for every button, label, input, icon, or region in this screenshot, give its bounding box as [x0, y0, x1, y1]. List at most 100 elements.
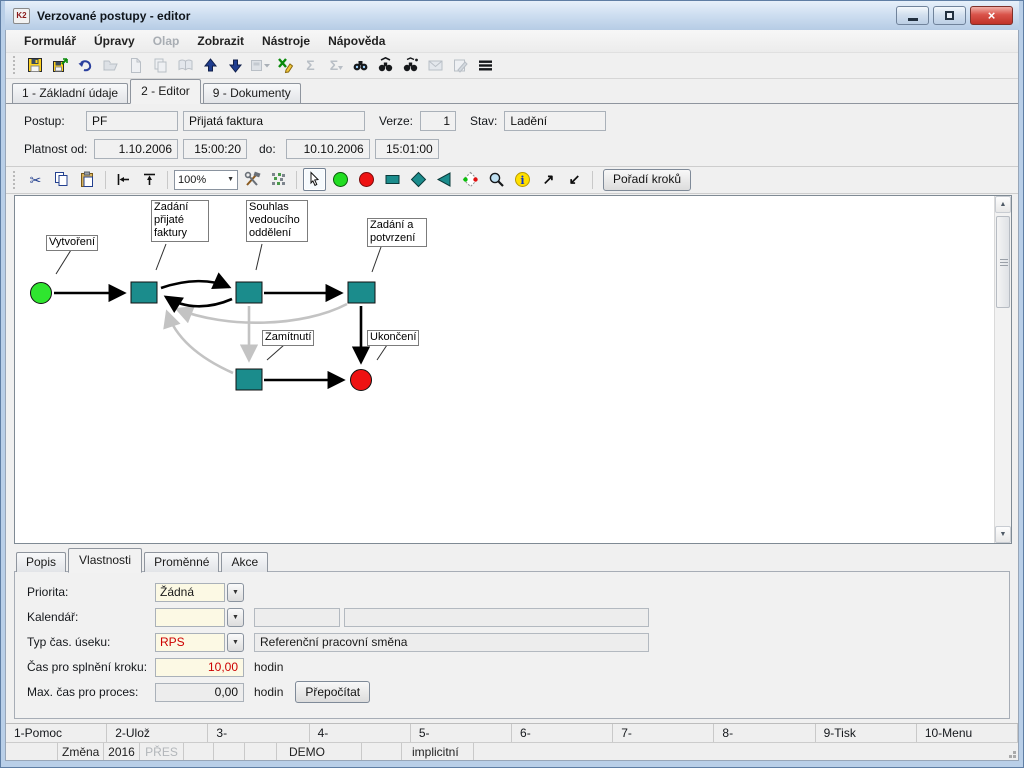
- zoom-lens-icon[interactable]: [485, 168, 508, 191]
- step-order-button[interactable]: Pořadí kroků: [603, 168, 692, 191]
- vertical-scrollbar[interactable]: ▲ ▼: [994, 195, 1011, 543]
- platnost-od-date-field[interactable]: 1.10.2006: [94, 139, 178, 160]
- menu-zobrazit[interactable]: Zobrazit: [189, 32, 252, 50]
- diamond-node-tool[interactable]: [407, 168, 430, 191]
- tab-akce[interactable]: Akce: [221, 552, 269, 572]
- fkey-2[interactable]: 2-Ulož: [107, 724, 209, 742]
- menu-nastroje[interactable]: Nástroje: [254, 32, 318, 50]
- search-icon[interactable]: [349, 54, 371, 76]
- node-label-souhlas[interactable]: Souhlas vedoucího oddělení: [246, 199, 308, 242]
- node-step1[interactable]: [130, 281, 158, 304]
- stav-field[interactable]: Ladění: [504, 111, 607, 132]
- start-node-tool[interactable]: [329, 168, 352, 191]
- priorita-combo[interactable]: Žádná: [155, 582, 225, 602]
- node-step2[interactable]: [235, 281, 263, 304]
- node-step3[interactable]: [347, 281, 376, 304]
- node-label-zadani-faktury[interactable]: Zadání přijaté faktury: [151, 199, 209, 242]
- fkey-4[interactable]: 4-: [310, 724, 411, 742]
- export-edit-icon[interactable]: [274, 54, 296, 76]
- align-left-icon[interactable]: [112, 168, 135, 191]
- diagram-canvas[interactable]: Vytvoření Zadání přijaté faktury Souhlas…: [14, 194, 1012, 544]
- typ-useku-combo[interactable]: RPS: [155, 632, 225, 652]
- save-icon[interactable]: [24, 54, 46, 76]
- condition-node-tool[interactable]: [459, 168, 482, 191]
- search-special-icon[interactable]: [399, 54, 421, 76]
- fkey-8[interactable]: 8-: [714, 724, 816, 742]
- step-node-tool[interactable]: [381, 168, 404, 191]
- fkey-10[interactable]: 10-Menu: [917, 724, 1018, 742]
- grid-settings-icon[interactable]: [267, 168, 290, 191]
- scrollbar-thumb[interactable]: [996, 215, 1010, 308]
- kalendar-code-field: [254, 607, 340, 627]
- paste-icon[interactable]: [76, 168, 99, 191]
- zoom-level-combo[interactable]: 100% ▼: [174, 169, 238, 190]
- kalendar-combo[interactable]: [155, 607, 225, 627]
- node-step4[interactable]: [235, 368, 263, 391]
- fkey-6[interactable]: 6-: [512, 724, 614, 742]
- tab-vlastnosti[interactable]: Vlastnosti: [68, 548, 143, 573]
- tab-editor[interactable]: 2 - Editor: [130, 78, 201, 104]
- cas-splneni-label: Čas pro splnění kroku:: [27, 660, 148, 674]
- minimize-button[interactable]: [896, 6, 929, 25]
- flowchart-svg: [30, 243, 388, 391]
- fkey-1[interactable]: 1-Pomoc: [6, 724, 108, 742]
- triangle-node-tool[interactable]: [433, 168, 456, 191]
- postup-code-field[interactable]: PF: [86, 111, 178, 132]
- tab-dokumenty[interactable]: 9 - Dokumenty: [202, 82, 301, 103]
- typ-useku-label: Typ čas. úseku:: [27, 635, 111, 649]
- node-start[interactable]: [30, 281, 52, 304]
- resize-grip[interactable]: [1013, 755, 1016, 758]
- node-label-ukonceni[interactable]: Ukončení: [367, 329, 420, 346]
- postup-name-field[interactable]: Přijatá faktura: [183, 111, 365, 132]
- kalendar-dropdown-icon[interactable]: ▼: [227, 607, 244, 627]
- end-node-tool[interactable]: [355, 168, 378, 191]
- menu-olap: Olap: [152, 34, 180, 48]
- tab-zakladni-udaje[interactable]: 1 - Základní údaje: [12, 82, 129, 103]
- info-icon[interactable]: i: [511, 168, 534, 191]
- fkey-9[interactable]: 9-Tisk: [816, 724, 917, 742]
- undo-icon[interactable]: [74, 54, 96, 76]
- save-version-icon[interactable]: [49, 54, 71, 76]
- fkey-7[interactable]: 7-: [613, 724, 715, 742]
- close-button[interactable]: ×: [970, 6, 1013, 25]
- menu-formular[interactable]: Formulář: [16, 32, 84, 50]
- verze-field[interactable]: 1: [420, 111, 457, 132]
- menu-upravy[interactable]: Úpravy: [86, 32, 143, 50]
- node-label-vytvoreni[interactable]: Vytvoření: [46, 234, 99, 251]
- move-up-icon[interactable]: [199, 54, 221, 76]
- node-label-zadani-potvrzeni[interactable]: Zadání a potvrzení: [367, 217, 427, 247]
- arrow-down-left-icon[interactable]: ↙: [563, 168, 586, 191]
- tab-popis[interactable]: Popis: [16, 552, 67, 572]
- fkey-3[interactable]: 3-: [208, 724, 310, 742]
- restore-button[interactable]: [933, 6, 966, 25]
- scroll-down-button[interactable]: ▼: [995, 526, 1011, 543]
- tab-promenne[interactable]: Proměnné: [144, 552, 220, 572]
- platnost-do-date-field[interactable]: 10.10.2006: [285, 139, 370, 160]
- typ-useku-dropdown-icon[interactable]: ▼: [227, 632, 244, 652]
- menu-napoveda[interactable]: Nápověda: [320, 32, 393, 50]
- fkey-5[interactable]: 5-: [411, 724, 513, 742]
- node-label-zamitnuti[interactable]: Zamítnutí: [262, 329, 315, 346]
- search-next-icon[interactable]: [374, 54, 396, 76]
- kalendar-desc-field: [344, 607, 649, 627]
- cas-splneni-field[interactable]: 10,00: [155, 657, 244, 677]
- menu-list-icon[interactable]: [474, 54, 496, 76]
- tools-icon[interactable]: [241, 168, 264, 191]
- arrow-up-right-icon[interactable]: ↗: [537, 168, 560, 191]
- select-cursor-tool[interactable]: [303, 168, 326, 192]
- edge-step2-step1: [163, 295, 233, 313]
- platnost-do-time-field[interactable]: 15:01:00: [374, 139, 439, 160]
- node-end[interactable]: [350, 368, 372, 391]
- restore-icon: [945, 11, 954, 20]
- leader-line: [266, 344, 285, 361]
- copy-icon[interactable]: [50, 168, 73, 191]
- platnost-od-time-field[interactable]: 15:00:20: [183, 139, 247, 160]
- align-top-icon[interactable]: [138, 168, 161, 191]
- priorita-dropdown-icon[interactable]: ▼: [227, 582, 244, 602]
- recalculate-button[interactable]: Přepočítat: [295, 681, 371, 703]
- move-down-icon[interactable]: [224, 54, 246, 76]
- scroll-up-button[interactable]: ▲: [995, 195, 1011, 213]
- cut-icon[interactable]: ✂: [24, 168, 47, 191]
- platnost-od-label: Platnost od:: [24, 142, 88, 157]
- menubar: Formulář Úpravy Olap Zobrazit Nástroje N…: [6, 30, 1018, 53]
